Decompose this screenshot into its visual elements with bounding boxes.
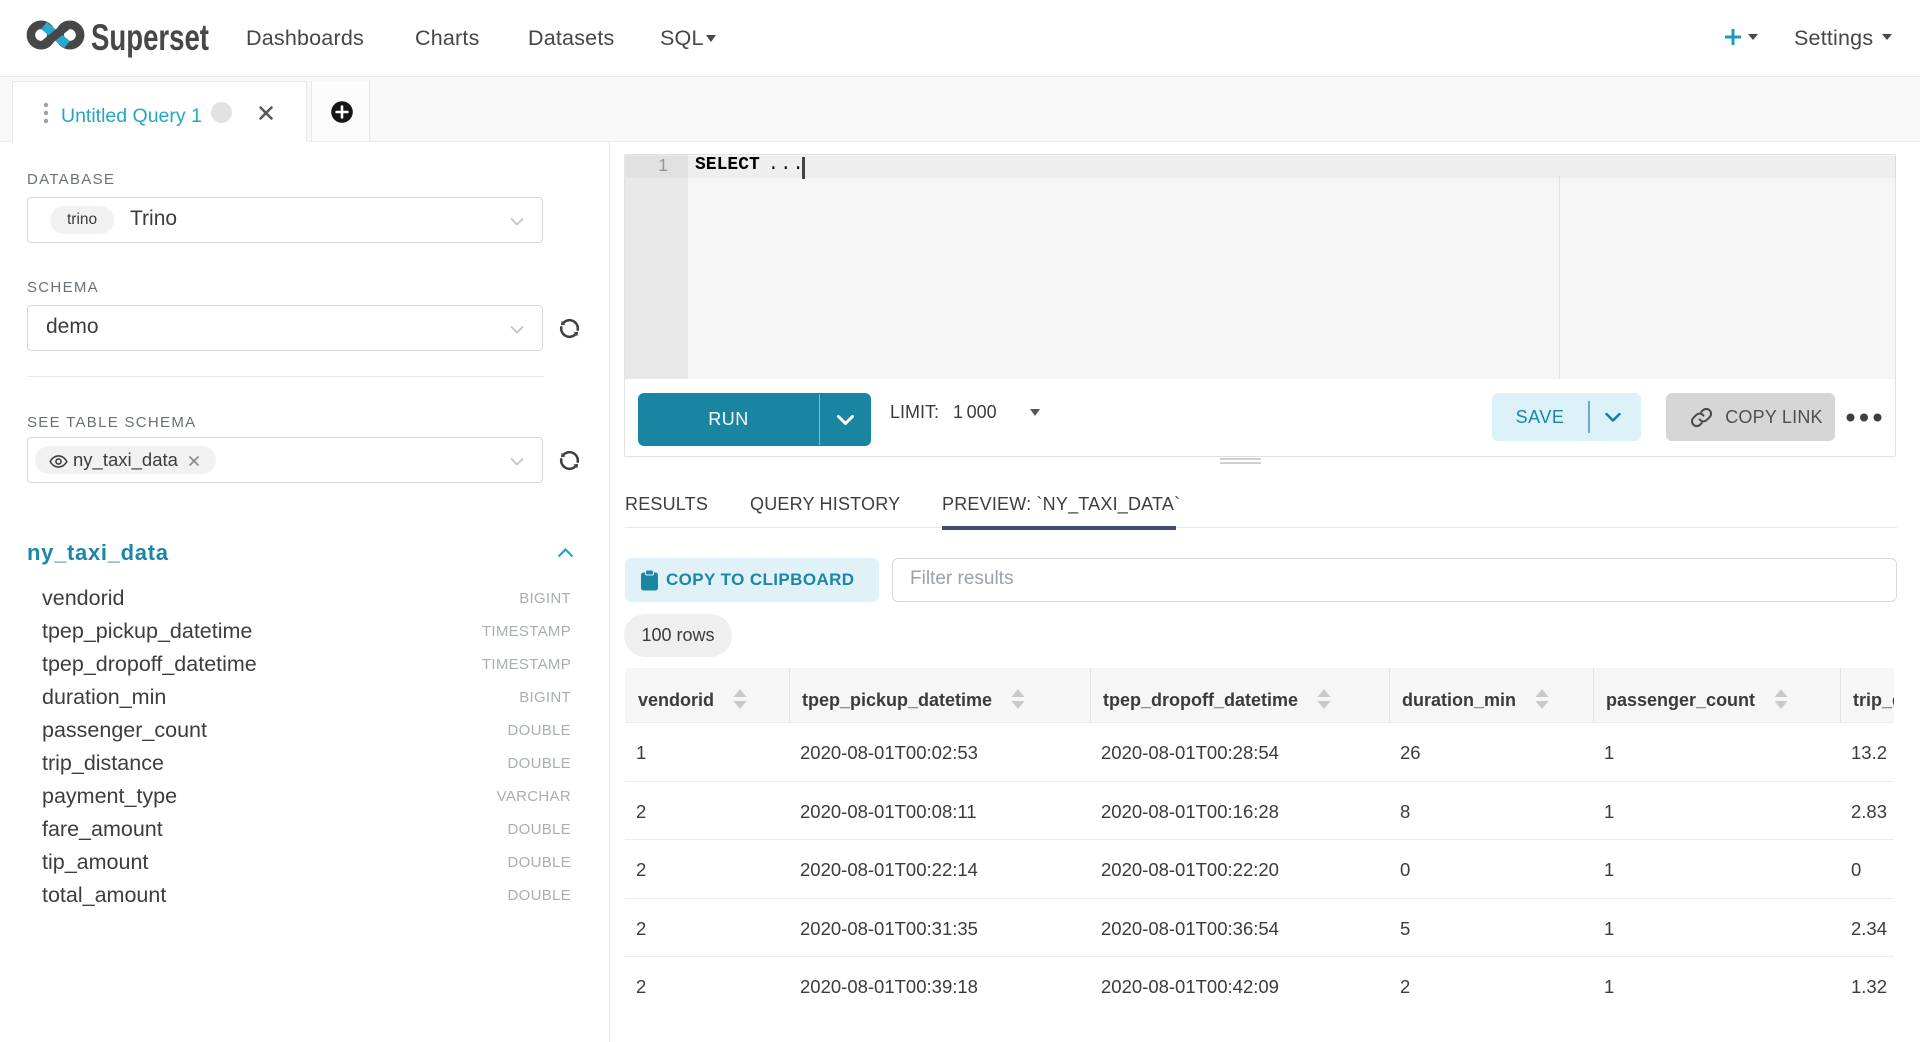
svg-text:Superset: Superset [91,17,209,58]
